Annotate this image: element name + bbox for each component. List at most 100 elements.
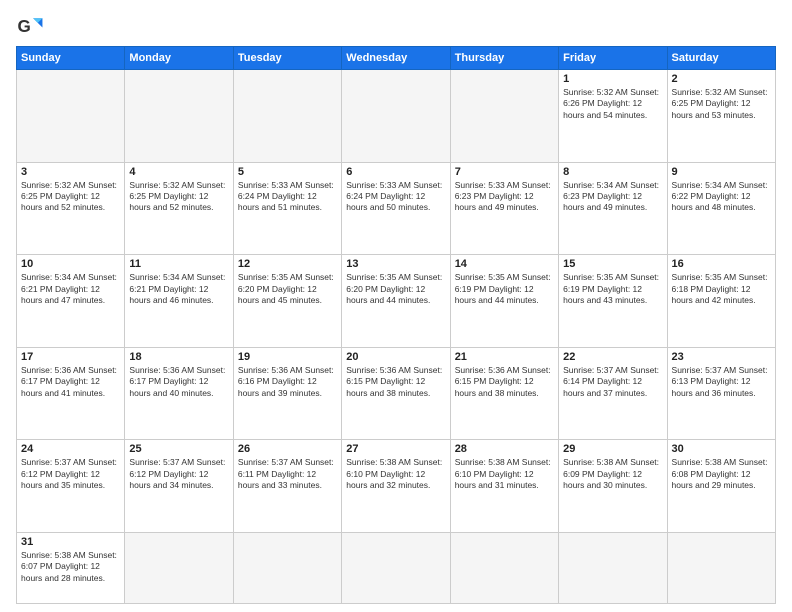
calendar-row-3: 17 Sunrise: 5:36 AM Sunset: 6:17 PM Dayli… [17, 347, 776, 440]
day-info: Sunrise: 5:35 AM Sunset: 6:20 PM Dayligh… [238, 272, 337, 306]
day-number: 13 [346, 258, 445, 270]
day-info: Sunrise: 5:38 AM Sunset: 6:07 PM Dayligh… [21, 550, 120, 584]
svg-text:G: G [18, 17, 31, 36]
day-number: 15 [563, 258, 662, 270]
calendar-cell: 16 Sunrise: 5:35 AM Sunset: 6:18 PM Dayli… [667, 255, 775, 348]
calendar-cell: 5 Sunrise: 5:33 AM Sunset: 6:24 PM Daylig… [233, 162, 341, 255]
day-number: 3 [21, 166, 120, 178]
calendar-cell: 31Sunrise: 5:38 AM Sunset: 6:07 PM Dayli… [17, 532, 125, 603]
day-info: Sunrise: 5:37 AM Sunset: 6:13 PM Dayligh… [672, 365, 771, 399]
day-number: 18 [129, 351, 228, 363]
day-number: 7 [455, 166, 554, 178]
calendar-cell: 10 Sunrise: 5:34 AM Sunset: 6:21 PM Dayli… [17, 255, 125, 348]
calendar-row-2: 10 Sunrise: 5:34 AM Sunset: 6:21 PM Dayli… [17, 255, 776, 348]
day-number: 8 [563, 166, 662, 178]
day-number: 26 [238, 443, 337, 455]
day-info: Sunrise: 5:35 AM Sunset: 6:18 PM Dayligh… [672, 272, 771, 306]
day-info: Sunrise: 5:37 AM Sunset: 6:11 PM Dayligh… [238, 457, 337, 491]
day-info: Sunrise: 5:35 AM Sunset: 6:20 PM Dayligh… [346, 272, 445, 306]
calendar-cell: 2Sunrise: 5:32 AM Sunset: 6:25 PM Daylig… [667, 70, 775, 163]
day-number: 16 [672, 258, 771, 270]
calendar-cell: 14Sunrise: 5:35 AM Sunset: 6:19 PM Dayli… [450, 255, 558, 348]
weekday-header-saturday: Saturday [667, 47, 775, 70]
calendar-cell: 17 Sunrise: 5:36 AM Sunset: 6:17 PM Dayli… [17, 347, 125, 440]
day-number: 22 [563, 351, 662, 363]
calendar-cell [233, 532, 341, 603]
calendar-cell: 23Sunrise: 5:37 AM Sunset: 6:13 PM Dayli… [667, 347, 775, 440]
day-info: Sunrise: 5:34 AM Sunset: 6:21 PM Dayligh… [21, 272, 120, 306]
day-info: Sunrise: 5:32 AM Sunset: 6:25 PM Dayligh… [129, 180, 228, 214]
day-info: Sunrise: 5:35 AM Sunset: 6:19 PM Dayligh… [563, 272, 662, 306]
day-number: 14 [455, 258, 554, 270]
day-info: Sunrise: 5:37 AM Sunset: 6:14 PM Dayligh… [563, 365, 662, 399]
calendar-cell: 26 Sunrise: 5:37 AM Sunset: 6:11 PM Dayli… [233, 440, 341, 533]
day-info: Sunrise: 5:33 AM Sunset: 6:23 PM Dayligh… [455, 180, 554, 214]
calendar-cell: 6Sunrise: 5:33 AM Sunset: 6:24 PM Daylig… [342, 162, 450, 255]
calendar-row-4: 24 Sunrise: 5:37 AM Sunset: 6:12 PM Dayli… [17, 440, 776, 533]
day-number: 28 [455, 443, 554, 455]
day-info: Sunrise: 5:38 AM Sunset: 6:09 PM Dayligh… [563, 457, 662, 491]
calendar-cell [233, 70, 341, 163]
day-info: Sunrise: 5:37 AM Sunset: 6:12 PM Dayligh… [21, 457, 120, 491]
day-info: Sunrise: 5:34 AM Sunset: 6:23 PM Dayligh… [563, 180, 662, 214]
calendar-cell [450, 70, 558, 163]
calendar-cell: 29 Sunrise: 5:38 AM Sunset: 6:09 PM Dayli… [559, 440, 667, 533]
calendar-cell [450, 532, 558, 603]
logo: G [16, 12, 48, 40]
day-number: 17 [21, 351, 120, 363]
day-number: 11 [129, 258, 228, 270]
calendar-cell: 8 Sunrise: 5:34 AM Sunset: 6:23 PM Daylig… [559, 162, 667, 255]
day-info: Sunrise: 5:32 AM Sunset: 6:25 PM Dayligh… [672, 87, 771, 121]
weekday-header-wednesday: Wednesday [342, 47, 450, 70]
day-info: Sunrise: 5:34 AM Sunset: 6:21 PM Dayligh… [129, 272, 228, 306]
calendar-cell: 25Sunrise: 5:37 AM Sunset: 6:12 PM Dayli… [125, 440, 233, 533]
weekday-header-sunday: Sunday [17, 47, 125, 70]
calendar-cell: 9 Sunrise: 5:34 AM Sunset: 6:22 PM Daylig… [667, 162, 775, 255]
weekday-header-monday: Monday [125, 47, 233, 70]
day-info: Sunrise: 5:32 AM Sunset: 6:25 PM Dayligh… [21, 180, 120, 214]
calendar-cell: 15 Sunrise: 5:35 AM Sunset: 6:19 PM Dayli… [559, 255, 667, 348]
calendar-row-5: 31Sunrise: 5:38 AM Sunset: 6:07 PM Dayli… [17, 532, 776, 603]
day-number: 25 [129, 443, 228, 455]
calendar-cell [17, 70, 125, 163]
day-number: 30 [672, 443, 771, 455]
day-info: Sunrise: 5:38 AM Sunset: 6:10 PM Dayligh… [455, 457, 554, 491]
calendar-cell: 27 Sunrise: 5:38 AM Sunset: 6:10 PM Dayli… [342, 440, 450, 533]
page: G SundayMondayTuesdayWednesdayThursdayFr… [0, 0, 792, 612]
day-number: 12 [238, 258, 337, 270]
header: G [16, 12, 776, 40]
calendar-cell: 11 Sunrise: 5:34 AM Sunset: 6:21 PM Dayli… [125, 255, 233, 348]
day-number: 6 [346, 166, 445, 178]
calendar-cell [125, 70, 233, 163]
weekday-header-tuesday: Tuesday [233, 47, 341, 70]
day-number: 5 [238, 166, 337, 178]
calendar-cell: 21Sunrise: 5:36 AM Sunset: 6:15 PM Dayli… [450, 347, 558, 440]
calendar-cell: 19Sunrise: 5:36 AM Sunset: 6:16 PM Dayli… [233, 347, 341, 440]
calendar-cell [342, 70, 450, 163]
calendar-row-1: 3 Sunrise: 5:32 AM Sunset: 6:25 PM Daylig… [17, 162, 776, 255]
day-info: Sunrise: 5:36 AM Sunset: 6:16 PM Dayligh… [238, 365, 337, 399]
weekday-header-thursday: Thursday [450, 47, 558, 70]
day-info: Sunrise: 5:33 AM Sunset: 6:24 PM Dayligh… [238, 180, 337, 214]
day-number: 27 [346, 443, 445, 455]
calendar-row-0: 1Sunrise: 5:32 AM Sunset: 6:26 PM Daylig… [17, 70, 776, 163]
day-number: 29 [563, 443, 662, 455]
calendar-cell: 13 Sunrise: 5:35 AM Sunset: 6:20 PM Dayli… [342, 255, 450, 348]
day-number: 1 [563, 73, 662, 85]
day-info: Sunrise: 5:36 AM Sunset: 6:17 PM Dayligh… [21, 365, 120, 399]
day-number: 9 [672, 166, 771, 178]
calendar-cell: 30Sunrise: 5:38 AM Sunset: 6:08 PM Dayli… [667, 440, 775, 533]
day-number: 10 [21, 258, 120, 270]
calendar-cell [342, 532, 450, 603]
weekday-header-friday: Friday [559, 47, 667, 70]
calendar-table: SundayMondayTuesdayWednesdayThursdayFrid… [16, 46, 776, 604]
day-number: 4 [129, 166, 228, 178]
calendar-cell [559, 532, 667, 603]
calendar-cell: 3 Sunrise: 5:32 AM Sunset: 6:25 PM Daylig… [17, 162, 125, 255]
calendar-cell: 22 Sunrise: 5:37 AM Sunset: 6:14 PM Dayli… [559, 347, 667, 440]
day-info: Sunrise: 5:38 AM Sunset: 6:10 PM Dayligh… [346, 457, 445, 491]
day-info: Sunrise: 5:36 AM Sunset: 6:17 PM Dayligh… [129, 365, 228, 399]
logo-icon: G [16, 12, 44, 40]
day-info: Sunrise: 5:34 AM Sunset: 6:22 PM Dayligh… [672, 180, 771, 214]
day-number: 24 [21, 443, 120, 455]
